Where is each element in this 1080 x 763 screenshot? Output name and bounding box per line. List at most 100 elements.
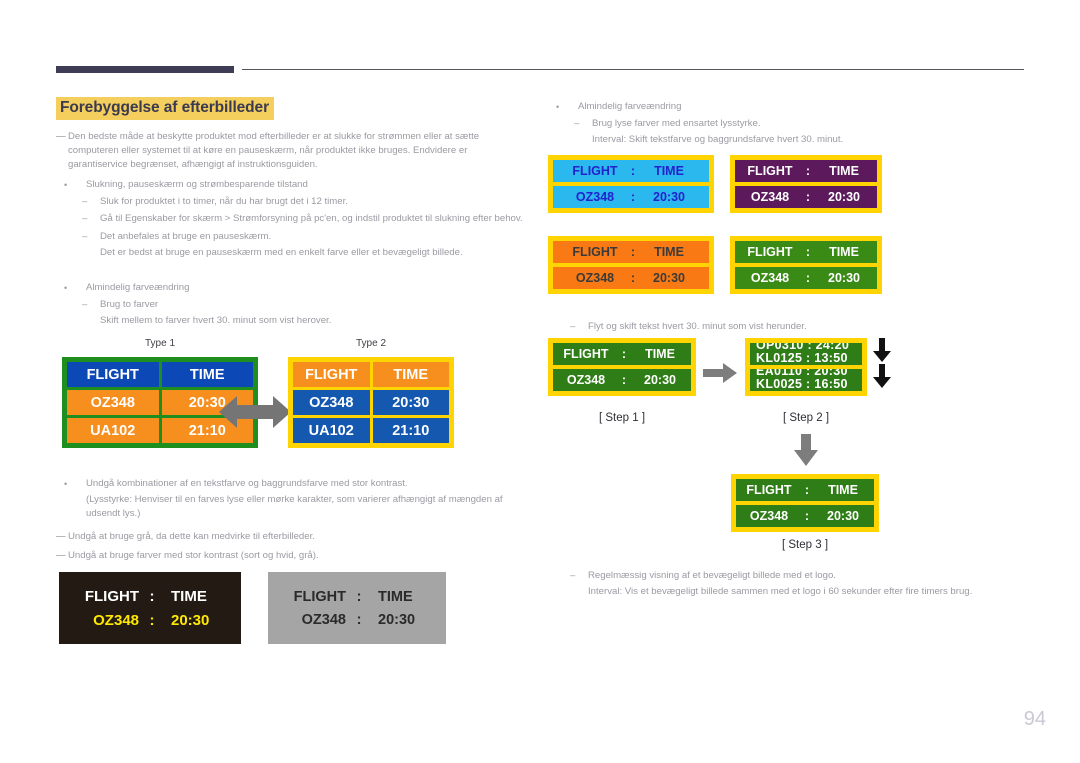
right-bullet-3-text: Regelmæssig visning af et bevægeligt bil… bbox=[588, 570, 836, 581]
sample-dark-row: OZ348 : 20:30 bbox=[57, 612, 243, 629]
type-1-label: Type 1 bbox=[144, 338, 176, 349]
dash-icon: – bbox=[82, 230, 88, 242]
palette-flight-label: FLIGHT bbox=[572, 245, 618, 259]
palette-colon: : bbox=[805, 245, 811, 259]
right-bullet-3-sub: Interval: Vis et bevægeligt billede samm… bbox=[588, 586, 973, 598]
down-arrow-icon-3 bbox=[793, 434, 819, 471]
bullet-1-dash-2: Gå til Egenskaber for skærm > Strømforsy… bbox=[100, 213, 523, 225]
board-cell-flight: OZ348 bbox=[293, 390, 370, 415]
sample-colon: : bbox=[149, 587, 155, 605]
board-header-time: TIME bbox=[372, 362, 449, 387]
bullet-2-text: Almindelig farveændring bbox=[86, 282, 190, 293]
sample-flight-value: OZ348 bbox=[93, 611, 139, 629]
palette-flight-value: OZ348 bbox=[575, 271, 615, 285]
step-time-value: 20:30 bbox=[827, 509, 859, 523]
sample-flight-value: OZ348 bbox=[301, 611, 346, 628]
palette-colon: : bbox=[630, 190, 636, 204]
board-cell-time: 21:10 bbox=[372, 418, 449, 443]
sample-flight-label: FLIGHT bbox=[293, 588, 346, 605]
dash-row: – Brug to farver bbox=[56, 298, 526, 312]
sub-row: Skift mellem to farver hvert 30. minut s… bbox=[56, 314, 526, 328]
step-flight-value: OZ348 bbox=[566, 373, 606, 387]
dash-icon: – bbox=[570, 570, 576, 581]
palette-colon: : bbox=[630, 245, 636, 259]
sample-colon: : bbox=[149, 611, 155, 629]
bullet-row: • Slukning, pauseskærm og strømbesparend… bbox=[56, 178, 526, 192]
right-bullet-2-text: Flyt og skift tekst hvert 30. minut som … bbox=[588, 321, 807, 332]
dash-marker-icon: — bbox=[56, 131, 66, 142]
palette-time-label: TIME bbox=[829, 245, 859, 259]
palette-time-value: 20:30 bbox=[828, 271, 860, 285]
page-title: Forebyggelse af efterbilleder bbox=[56, 97, 274, 120]
palette-board-cyan: FLIGHT : TIME OZ348 : 20:30 bbox=[548, 155, 714, 213]
bullet-icon: • bbox=[64, 479, 68, 489]
dash-icon: – bbox=[570, 321, 576, 332]
sub-row: (Lysstyrke: Henviser til en farves lyse … bbox=[56, 493, 526, 521]
step-2-line-2: KL0125 : 13:50 bbox=[756, 351, 848, 365]
bullet-1-dash-3-sub: Det er bedst at bruge en pauseskærm med … bbox=[100, 246, 463, 258]
right-arrow-icon bbox=[703, 363, 737, 388]
board-cell-time: 20:30 bbox=[372, 390, 449, 415]
palette-board-green: FLIGHT : TIME OZ348 : 20:30 bbox=[730, 236, 882, 294]
palette-header-row: FLIGHT : TIME bbox=[553, 241, 709, 263]
step-flight-label: FLIGHT bbox=[746, 483, 792, 497]
down-arrow-icon-2 bbox=[872, 364, 892, 393]
left-bullet-3-block: • Undgå kombinationer af en tekstfarve o… bbox=[56, 477, 526, 522]
page-number: 94 bbox=[1023, 708, 1046, 730]
note-2-text: Undgå at bruge farver med stor kontrast … bbox=[68, 550, 319, 561]
palette-flight-label: FLIGHT bbox=[572, 164, 618, 178]
sample-colon: : bbox=[356, 611, 362, 628]
palette-board-orange: FLIGHT : TIME OZ348 : 20:30 bbox=[548, 236, 714, 294]
palette-data-row: OZ348 : 20:30 bbox=[553, 267, 709, 289]
step-flight-label: FLIGHT bbox=[563, 347, 609, 361]
bidirectional-arrow-icon bbox=[219, 392, 291, 437]
palette-time-value: 20:30 bbox=[653, 190, 685, 204]
sample-board-dark: FLIGHT : TIME OZ348 : 20:30 bbox=[59, 572, 241, 644]
step-flight-value: OZ348 bbox=[749, 509, 789, 523]
right-bullet-2-block: – Flyt og skift tekst hvert 30. minut so… bbox=[566, 320, 1016, 334]
step-colon: : bbox=[804, 483, 810, 497]
bullet-3-sub: (Lysstyrke: Henviser til en farves lyse … bbox=[86, 494, 503, 520]
dash-marker-icon: — bbox=[56, 531, 66, 542]
step-2-board: OP0310 : 24:20 KL0125 : 13:50 EA0110 : 2… bbox=[745, 338, 867, 396]
step-3-label: [ Step 3 ] bbox=[781, 539, 829, 551]
type-2-label: Type 2 bbox=[355, 338, 387, 349]
palette-colon: : bbox=[805, 190, 811, 204]
dash-icon: – bbox=[82, 213, 88, 225]
dash-row: – Gå til Egenskaber for skærm > Strømfor… bbox=[56, 212, 526, 226]
step-2-strip-bottom: EA0110 : 20:30 KL0025 : 16:50 bbox=[750, 369, 862, 391]
sub-row: Interval: Vis et bevægeligt billede samm… bbox=[566, 585, 1016, 599]
palette-header-row: FLIGHT : TIME bbox=[735, 241, 877, 263]
palette-colon: : bbox=[805, 271, 811, 285]
step-1-label: [ Step 1 ] bbox=[598, 412, 646, 424]
palette-header-row: FLIGHT : TIME bbox=[553, 160, 709, 182]
sample-time-value: 20:30 bbox=[171, 611, 210, 629]
palette-time-label: TIME bbox=[829, 164, 859, 178]
down-arrow-icon-1 bbox=[872, 338, 892, 367]
palette-flight-value: OZ348 bbox=[750, 190, 790, 204]
bullet-1-text: Slukning, pauseskærm og strømbesparende … bbox=[86, 179, 308, 190]
step-time-label: TIME bbox=[828, 483, 858, 497]
intro-text: Den bedste måde at beskytte produktet mo… bbox=[68, 131, 480, 171]
palette-header-row: FLIGHT : TIME bbox=[735, 160, 877, 182]
sample-time-value: 20:30 bbox=[378, 611, 416, 628]
dash-icon: – bbox=[574, 118, 580, 130]
bullet-1-dash-1: Sluk for produktet i to timer, når du ha… bbox=[100, 196, 348, 208]
step-data-row: OZ348 : 20:30 bbox=[553, 369, 691, 391]
right-bullet-1-block: • Almindelig farveændring – Brug lyse fa… bbox=[548, 100, 1018, 148]
board-header-time: TIME bbox=[161, 362, 253, 387]
dash-row: – Det anbefales at bruge en pauseskærm. bbox=[56, 230, 526, 244]
step-header-row: FLIGHT : TIME bbox=[553, 343, 691, 365]
board-header-flight: FLIGHT bbox=[293, 362, 370, 387]
dash-row: – Sluk for produktet i to timer, når du … bbox=[56, 195, 526, 209]
bullet-2-dash-1: Brug to farver bbox=[100, 299, 159, 311]
board-cell-flight: UA102 bbox=[293, 418, 370, 443]
palette-colon: : bbox=[805, 164, 811, 178]
sample-dark-header: FLIGHT : TIME bbox=[57, 588, 243, 605]
right-bullet-1-dash-1-sub: Interval: Skift tekstfarve og baggrundsf… bbox=[592, 134, 844, 146]
dash-marker-icon: — bbox=[56, 550, 66, 561]
board-header-flight: FLIGHT bbox=[67, 362, 159, 387]
step-time-value: 20:30 bbox=[644, 373, 676, 387]
